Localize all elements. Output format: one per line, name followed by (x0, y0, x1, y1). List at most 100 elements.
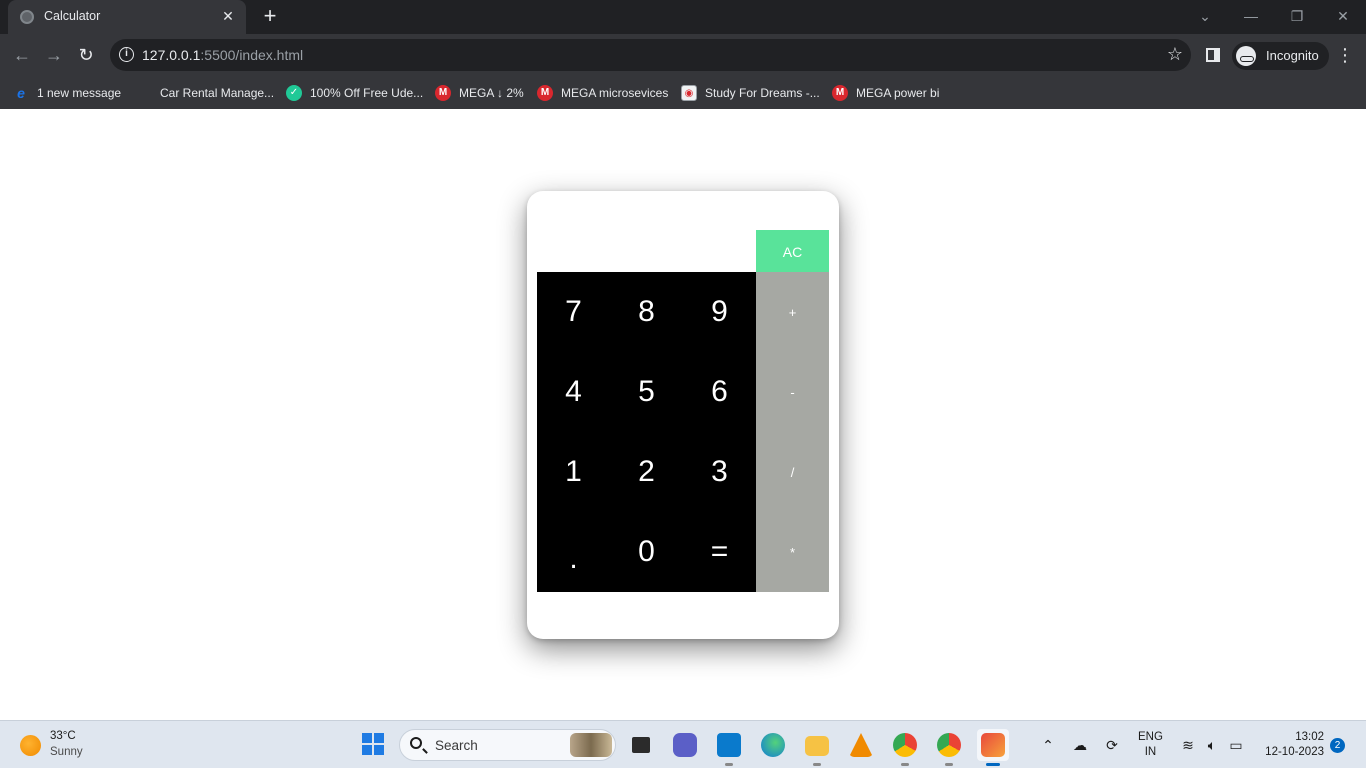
key-decimal[interactable]: . (537, 512, 610, 592)
bookmark-item[interactable]: ✓ 100% Off Free Ude... (286, 82, 423, 104)
address-bar[interactable]: i 127.0.0.1:5500/index.html ☆ (110, 39, 1191, 71)
running-indicator (945, 763, 953, 766)
chrome-icon (893, 733, 917, 757)
wifi-icon[interactable]: ≋ (1178, 735, 1198, 755)
edge-app[interactable] (757, 729, 789, 761)
chevron-up-icon[interactable]: ⌃ (1038, 735, 1058, 755)
search-highlight-image (570, 733, 612, 757)
battery-icon[interactable]: ▭ (1226, 735, 1246, 755)
reload-button[interactable]: ↻ (73, 42, 99, 68)
mega-icon: M (832, 85, 848, 101)
running-indicator (901, 763, 909, 766)
key-5[interactable]: 5 (610, 352, 683, 432)
incognito-icon (1236, 46, 1256, 66)
key-4[interactable]: 4 (537, 352, 610, 432)
bookmark-label: MEGA microsevices (561, 86, 669, 100)
bookmark-item[interactable]: M MEGA power bi (832, 82, 939, 104)
windows-logo-pane (374, 745, 384, 755)
bookmark-item[interactable]: M MEGA ↓ 2% (435, 82, 524, 104)
active-indicator (986, 763, 1000, 766)
green-circle-icon: ✓ (286, 85, 302, 101)
edge-e-icon: e (17, 85, 25, 101)
notification-badge[interactable]: 2 (1330, 738, 1345, 753)
vscode-app[interactable] (713, 729, 745, 766)
task-view-icon (632, 737, 650, 753)
clear-button[interactable]: AC (756, 230, 829, 272)
chrome-app-profile-m[interactable] (889, 729, 921, 766)
sync-icon[interactable]: ⟳ (1102, 735, 1122, 755)
start-button[interactable] (358, 729, 390, 761)
incognito-badge[interactable]: Incognito (1232, 42, 1329, 70)
close-tab-icon[interactable]: ✕ (218, 6, 238, 26)
key-8[interactable]: 8 (610, 272, 683, 352)
key-9[interactable]: 9 (683, 272, 756, 352)
language-code: ENG (1138, 731, 1163, 743)
forward-button[interactable]: → (41, 42, 67, 68)
bookmark-item[interactable]: Car Rental Manage... (160, 82, 274, 104)
site-info-icon[interactable]: i (119, 47, 134, 62)
browser-tab-strip: Calculator ✕ + ⌄ — ❐ ✕ (0, 0, 1366, 34)
clock-date: 12-10-2023 (1265, 746, 1324, 758)
key-3[interactable]: 3 (683, 432, 756, 512)
bookmark-label: MEGA power bi (856, 86, 940, 100)
minimize-button[interactable]: — (1238, 6, 1264, 26)
edge-icon (761, 733, 785, 757)
task-view-button[interactable] (625, 729, 657, 761)
url-host: 127.0.0.1 (142, 47, 201, 63)
side-panel-icon[interactable] (1206, 48, 1220, 62)
new-tab-button[interactable]: + (258, 5, 282, 29)
vlc-app[interactable] (845, 729, 877, 761)
key-minus[interactable]: - (756, 352, 829, 432)
key-equals[interactable]: = (683, 512, 756, 592)
onedrive-offline-icon[interactable]: ☁ (1070, 735, 1090, 755)
operator-column: + - / * (756, 272, 829, 592)
bookmark-star-icon[interactable]: ☆ (1167, 44, 1183, 65)
vlc-cone-icon (849, 733, 873, 757)
region-code: IN (1144, 746, 1157, 758)
tab-title: Calculator (44, 9, 101, 23)
bookmark-label: MEGA ↓ 2% (459, 86, 524, 100)
bookmark-item[interactable]: e 1 new message (13, 82, 121, 104)
file-explorer-app[interactable] (801, 729, 833, 766)
chrome-app-profile-d[interactable] (933, 729, 965, 766)
windows-logo-icon (362, 733, 372, 743)
key-multiply[interactable]: * (756, 512, 829, 592)
window-close-button[interactable]: ✕ (1330, 6, 1356, 26)
search-icon (410, 737, 422, 749)
key-7[interactable]: 7 (537, 272, 610, 352)
browser-tab[interactable]: Calculator ✕ (8, 0, 246, 34)
video-camera-icon (673, 733, 697, 757)
bookmark-item[interactable]: M MEGA microsevices (537, 82, 668, 104)
windows-taskbar: 33°C Sunny Search ⌃ ☁ ⟳ ENG IN ≋ 🔈︎ ▭ 13… (0, 720, 1366, 768)
back-button[interactable]: ← (9, 42, 35, 68)
browser-toolbar: ← → ↻ i 127.0.0.1:5500/index.html ☆ (0, 34, 1366, 76)
language-indicator[interactable]: ENG IN (1138, 730, 1163, 760)
bookmark-item[interactable]: ◉ Study For Dreams -... (681, 82, 820, 104)
meet-app[interactable] (669, 729, 701, 761)
bookmark-label: 1 new message (37, 86, 122, 100)
calculator-display (537, 230, 756, 272)
url-path: :5500/index.html (200, 47, 304, 63)
key-1[interactable]: 1 (537, 432, 610, 512)
vscode-icon (717, 733, 741, 757)
key-2[interactable]: 2 (610, 432, 683, 512)
windows-logo-pane (362, 745, 372, 755)
tab-search-icon[interactable]: ⌄ (1192, 6, 1218, 26)
bookmarks-bar: e 1 new message Car Rental Manage... ✓ 1… (0, 76, 1366, 109)
taskbar-search[interactable]: Search (399, 729, 616, 761)
digit-keypad: 7 8 9 4 5 6 1 2 3 . 0 = (537, 272, 756, 592)
clock[interactable]: 13:02 12-10-2023 (1258, 730, 1324, 760)
key-plus[interactable]: + (756, 272, 829, 352)
weather-condition: Sunny (50, 746, 83, 758)
search-label: Search (435, 738, 478, 753)
mega-icon: M (435, 85, 451, 101)
sfd-icon: ◉ (681, 85, 697, 101)
key-6[interactable]: 6 (683, 352, 756, 432)
snipping-tool-app[interactable] (977, 729, 1009, 766)
key-divide[interactable]: / (756, 432, 829, 512)
url-text: 127.0.0.1:5500/index.html (142, 47, 303, 63)
restore-button[interactable]: ❐ (1284, 6, 1310, 26)
key-0[interactable]: 0 (610, 512, 683, 592)
kebab-menu-icon[interactable]: ⋮ (1336, 41, 1354, 69)
volume-icon[interactable]: 🔈︎ (1202, 735, 1222, 755)
